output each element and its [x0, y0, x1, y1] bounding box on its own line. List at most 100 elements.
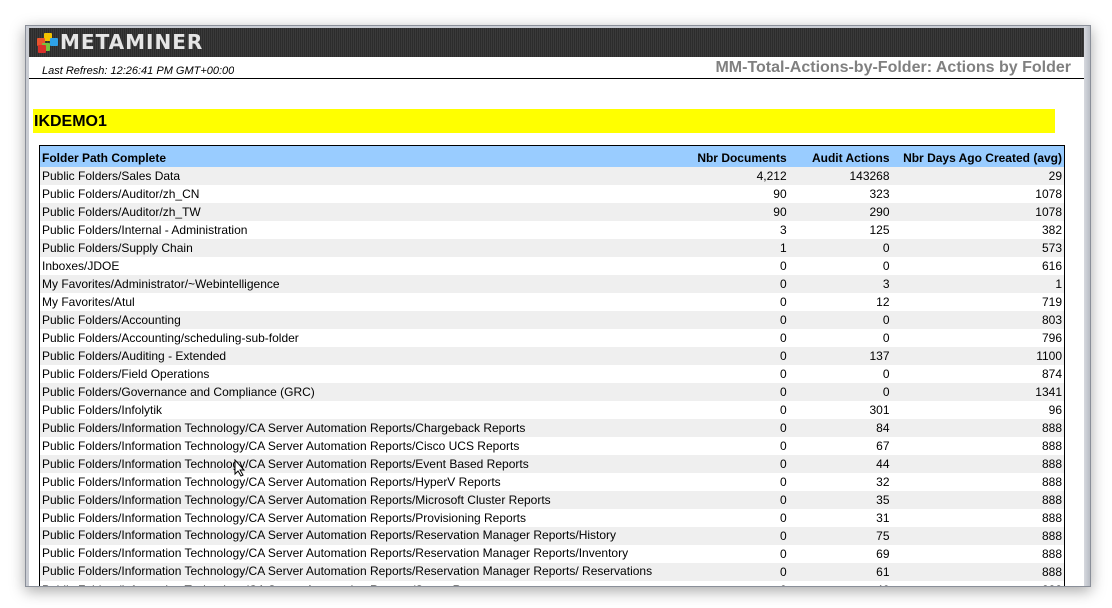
audit-actions-cell: 69	[876, 546, 890, 561]
table-row: Public Folders/Field Operations 0 0 874	[40, 365, 1065, 383]
table-row: Public Folders/Information Technology/CA…	[40, 581, 1065, 587]
metaminer-logo-icon	[36, 32, 58, 53]
nbr-documents-cell: 4,212	[678, 166, 789, 185]
folder-path-cell: Public Folders/Information Technology/CA…	[39, 418, 679, 437]
nbr-documents-cell: 90	[678, 202, 789, 221]
table-row: Public Folders/Information Technology/CA…	[39, 562, 1065, 581]
audit-actions-cell: 0	[882, 330, 890, 345]
folder-path-cell: Public Folders/Internal - Administration	[42, 222, 248, 237]
folder-path-cell: Public Folders/Infolytik	[42, 402, 163, 417]
nbr-documents-cell: 0	[678, 454, 789, 473]
audit-actions-cell: 3	[788, 274, 892, 293]
nbr-documents-cell: 0	[679, 581, 789, 587]
days-ago-created-cell: 573	[891, 238, 1065, 257]
folder-path-cell: Public Folders/Information Technology/CA…	[39, 454, 679, 473]
folder-path-cell: Public Folders/Supply Chain	[39, 238, 679, 257]
days-ago-created-cell: 1	[891, 274, 1065, 293]
audit-actions-cell: 0	[882, 366, 890, 381]
column-header-folder-path[interactable]: Folder Path Complete	[39, 145, 679, 167]
audit-actions-cell: 44	[788, 454, 892, 473]
audit-actions-cell: 0	[882, 258, 890, 273]
report-subheader: Last Refresh: 12:26:41 PM GMT+00:00 MM-T…	[29, 57, 1085, 79]
audit-actions-cell: 31	[876, 510, 890, 525]
audit-actions-cell: 137	[788, 346, 892, 365]
days-ago-created-cell: 1078	[891, 202, 1065, 221]
days-ago-created-cell: 888	[891, 562, 1065, 581]
nbr-documents-cell: 0	[678, 310, 789, 329]
column-header-days-ago-created[interactable]: Nbr Days Ago Created (avg)	[891, 145, 1065, 167]
folder-path-cell: Public Folders/Information Technology/CA…	[39, 562, 679, 581]
nbr-documents-cell: 3	[779, 222, 787, 237]
days-ago-created-cell: 616	[1041, 258, 1062, 273]
nbr-documents-cell: 0	[779, 546, 787, 561]
column-header-nbr-documents[interactable]: Nbr Documents	[678, 145, 789, 167]
app-banner: METAMINER	[29, 28, 1085, 57]
table-row: Public Folders/Sales Data 4,212 143268 29	[39, 166, 1065, 185]
table-row: Public Folders/Governance and Compliance…	[39, 382, 1065, 401]
days-ago-created-cell: 1341	[891, 382, 1065, 401]
table-row: My Favorites/Atul 0 12 719	[40, 293, 1065, 311]
nbr-documents-cell: 0	[678, 274, 789, 293]
nbr-documents-cell: 0	[779, 330, 787, 345]
table-row: Public Folders/Information Technology/CA…	[39, 490, 1065, 509]
folder-path-cell: My Favorites/Administrator/~Webintellige…	[39, 274, 679, 293]
days-ago-created-cell: 803	[891, 310, 1065, 329]
nbr-documents-cell: 0	[678, 418, 789, 437]
table-row: Public Folders/Auditor/zh_TW 90 290 1078	[39, 202, 1065, 221]
table-row: Inboxes/JDOE 0 0 616	[40, 257, 1065, 275]
report-page: METAMINER Last Refresh: 12:26:41 PM GMT+…	[29, 28, 1085, 587]
folder-path-cell: Public Folders/Information Technology/CA…	[39, 526, 679, 545]
days-ago-created-cell: 888	[1041, 474, 1062, 489]
days-ago-created-cell: 29	[891, 166, 1065, 185]
table-row: Public Folders/Internal - Administration…	[40, 221, 1065, 239]
folder-path-cell: My Favorites/Atul	[42, 294, 135, 309]
table-row: Public Folders/Infolytik 0 301 96	[40, 401, 1065, 419]
audit-actions-cell: 290	[788, 202, 892, 221]
folder-path-cell: Public Folders/Auditing - Extended	[39, 346, 679, 365]
nbr-documents-cell: 0	[779, 402, 787, 417]
days-ago-created-cell: 382	[1041, 222, 1062, 237]
table-row: My Favorites/Administrator/~Webintellige…	[39, 274, 1065, 293]
days-ago-created-cell: 888	[1041, 546, 1062, 561]
audit-actions-cell: 75	[788, 526, 892, 545]
audit-actions-cell: 301	[869, 402, 890, 417]
folder-path-cell: Public Folders/Accounting	[39, 310, 679, 329]
days-ago-created-cell: 719	[1041, 294, 1062, 309]
table-row: Public Folders/Information Technology/CA…	[39, 454, 1065, 473]
nbr-documents-cell: 90	[773, 186, 787, 201]
folder-path-cell: Public Folders/Governance and Compliance…	[39, 382, 679, 401]
audit-actions-cell: 0	[788, 238, 892, 257]
audit-actions-cell: 32	[876, 474, 890, 489]
days-ago-created-cell: 888	[891, 490, 1065, 509]
days-ago-created-cell: 796	[1041, 330, 1062, 345]
audit-actions-cell: 40	[789, 581, 892, 587]
audit-actions-cell: 35	[788, 490, 892, 509]
folder-path-cell: Inboxes/JDOE	[42, 258, 120, 273]
folder-path-cell: Public Folders/Accounting/scheduling-sub…	[42, 330, 299, 345]
table-row: Public Folders/Information Technology/CA…	[40, 545, 1065, 563]
folder-path-cell: Public Folders/Information Technology/CA…	[39, 490, 679, 509]
table-row: Public Folders/Auditing - Extended 0 137 11…	[39, 346, 1065, 365]
audit-actions-cell: 125	[869, 222, 890, 237]
column-header-audit-actions[interactable]: Audit Actions	[788, 145, 892, 167]
nbr-documents-cell: 0	[779, 258, 787, 273]
nbr-documents-cell: 0	[678, 382, 789, 401]
days-ago-created-cell: 888	[891, 418, 1065, 437]
report-title: MM-Total-Actions-by-Folder: Actions by F…	[715, 59, 1071, 76]
folder-path-cell: Public Folders/Information Technology/CA…	[42, 546, 629, 560]
folder-path-cell: Public Folders/Information Technology/CA…	[42, 474, 501, 489]
table-row: Public Folders/Auditor/zh_CN 90 323 1078	[40, 185, 1065, 203]
table-row: Public Folders/Accounting/scheduling-sub…	[40, 329, 1065, 347]
folder-path-cell: Public Folders/Information Technology/CA…	[40, 581, 679, 587]
table-row: Public Folders/Supply Chain 1 0 573	[39, 238, 1065, 257]
audit-actions-cell: 67	[876, 438, 890, 453]
folder-path-cell: Public Folders/Information Technology/CA…	[42, 438, 520, 453]
days-ago-created-cell: 888	[1041, 438, 1062, 453]
table-row: Public Folders/Information Technology/CA…	[40, 437, 1065, 455]
nbr-documents-cell: 0	[678, 526, 789, 545]
folder-path-cell: Public Folders/Information Technology/CA…	[42, 510, 527, 525]
days-ago-created-cell: 874	[1041, 366, 1062, 381]
nbr-documents-cell: 0	[779, 438, 787, 453]
audit-actions-cell: 0	[788, 382, 892, 401]
days-ago-created-cell: 888	[891, 526, 1065, 545]
